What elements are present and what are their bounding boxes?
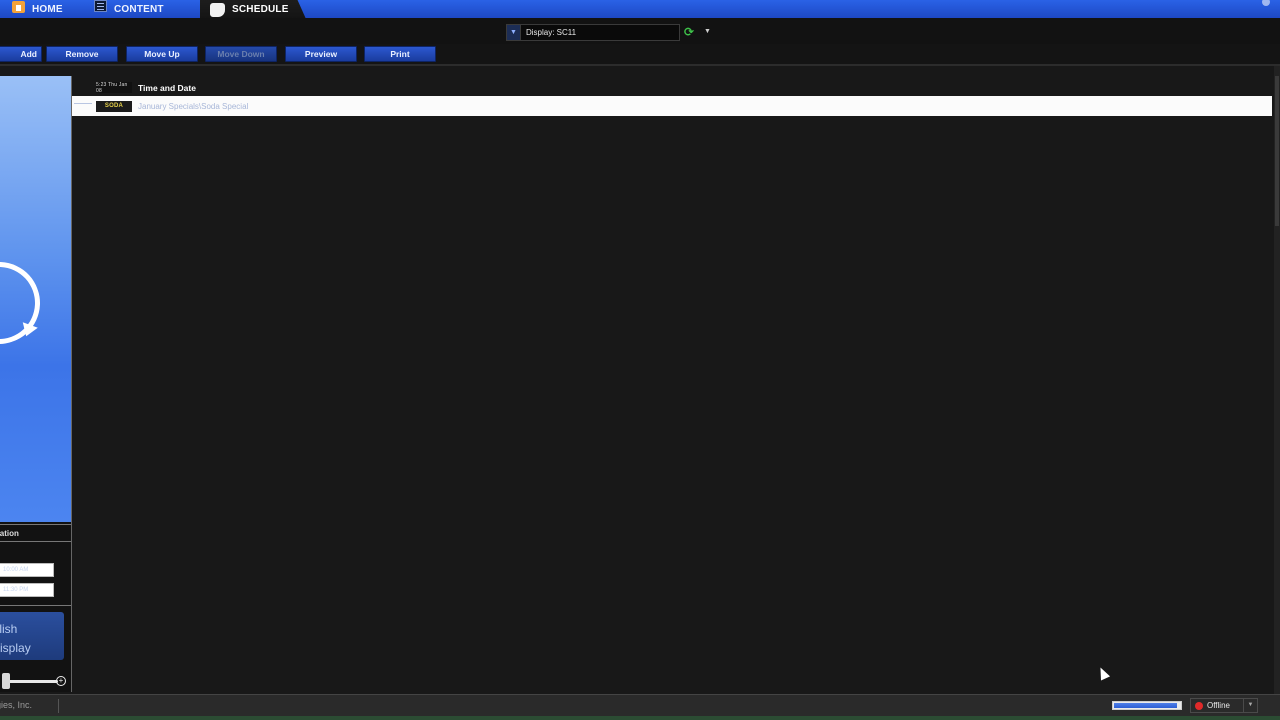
publish-label-2: to Display — [0, 641, 31, 655]
list-item-selected[interactable]: SODA January Specials\Soda Special — [72, 96, 1272, 116]
refresh-dropdown-icon[interactable]: ▼ — [704, 28, 711, 35]
item-thumbnail: SODA — [96, 100, 132, 112]
connection-status-text: Offline — [1207, 701, 1230, 710]
display-select-value: Display: SC11 — [526, 28, 577, 37]
offline-status-icon — [1195, 701, 1203, 710]
schedule-toolbar: Add Remove Move Up Move Down Preview Pri… — [0, 44, 1280, 66]
copyright-text: Technologies, Inc. — [0, 700, 33, 710]
end-time-input[interactable]: 11:30 PM — [0, 583, 54, 597]
publish-to-display-button[interactable]: Publish to Display — [0, 612, 64, 660]
move-up-button[interactable]: Move Up — [126, 46, 198, 62]
progress-fill — [1114, 703, 1177, 708]
chevron-down-icon[interactable]: ▼ — [507, 25, 521, 40]
tab-home-label: HOME — [32, 3, 63, 15]
panel-divider — [0, 605, 71, 606]
zoom-slider-thumb[interactable] — [2, 673, 10, 689]
cycle-arrows-icon — [0, 250, 52, 356]
duration-label: Duration — [0, 528, 19, 538]
zoom-slider-track[interactable] — [2, 680, 58, 683]
scrollbar-thumb[interactable] — [1275, 76, 1279, 226]
schedule-preview — [0, 76, 71, 522]
display-select[interactable]: ▼ Display: SC11 — [506, 24, 680, 41]
tab-schedule-label: SCHEDULE — [232, 4, 289, 15]
refresh-icon[interactable]: ⟳ — [684, 26, 697, 39]
zoom-in-icon[interactable]: + — [56, 676, 66, 686]
left-panel: Duration 10:00 AM 11:30 PM Publish to Di… — [0, 76, 72, 692]
duration-header: Duration — [0, 524, 71, 542]
schedule-icon — [210, 2, 225, 17]
item-label: January Specials\Soda Special — [138, 101, 249, 111]
print-button[interactable]: Print — [364, 46, 436, 62]
vertical-scrollbar[interactable] — [1274, 66, 1280, 696]
connection-status[interactable]: Offline ▼ — [1190, 698, 1258, 713]
item-label: Time and Date — [138, 82, 196, 93]
sync-progress-bar — [1112, 701, 1182, 710]
window-control-icon[interactable] — [1262, 0, 1270, 6]
tab-home[interactable]: HOME — [12, 0, 63, 18]
preview-button[interactable]: Preview — [285, 46, 357, 62]
bottom-edge — [0, 716, 1280, 720]
tab-content-label: CONTENT — [114, 3, 164, 15]
chevron-down-icon[interactable]: ▼ — [1243, 699, 1257, 712]
app-window: HOME CONTENT SCHEDULE ▼ Display: SC11 ⟳ … — [0, 0, 1280, 720]
content-list-icon — [94, 0, 107, 12]
move-down-button[interactable]: Move Down — [205, 46, 277, 62]
status-divider — [58, 699, 59, 713]
remove-button[interactable]: Remove — [46, 46, 118, 62]
publish-label: Publish — [0, 622, 18, 636]
add-button[interactable]: Add — [0, 46, 42, 62]
row-marker-icon — [74, 103, 92, 108]
tab-content[interactable]: CONTENT — [94, 0, 164, 18]
display-selector-bar: ▼ Display: SC11 ⟳ ▼ — [0, 18, 1280, 44]
schedule-list: 5:23 Thu Jan 08 Time and Date SODA Janua… — [72, 76, 1274, 692]
list-item[interactable]: 5:23 Thu Jan 08 Time and Date — [72, 78, 1272, 97]
home-icon — [12, 1, 25, 13]
item-thumbnail: 5:23 Thu Jan 08 — [96, 82, 132, 94]
main-tab-bar: HOME CONTENT SCHEDULE — [0, 0, 1280, 19]
start-time-input[interactable]: 10:00 AM — [0, 563, 54, 577]
tab-schedule[interactable]: SCHEDULE — [200, 0, 306, 19]
